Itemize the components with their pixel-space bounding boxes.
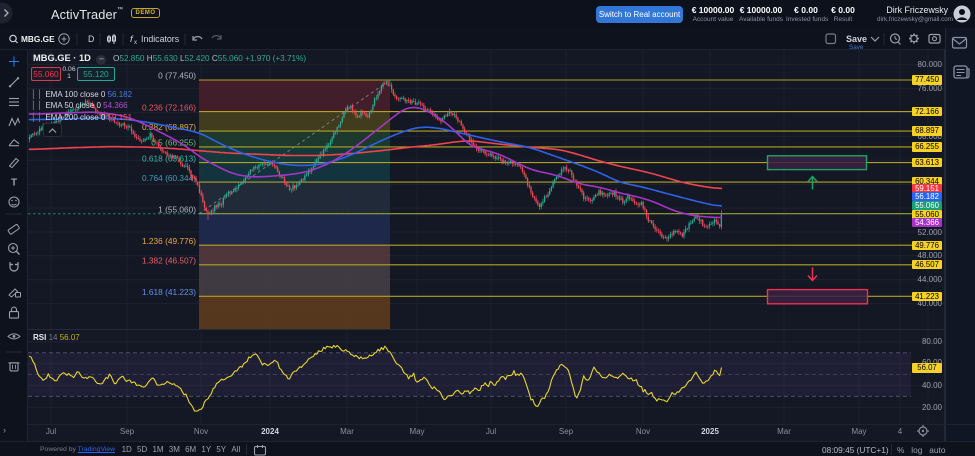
- svg-text:0.764 (60.344): 0.764 (60.344): [142, 173, 196, 183]
- svg-text:Indicators: Indicators: [141, 34, 180, 44]
- svg-text:0 (77.450): 0 (77.450): [158, 71, 196, 81]
- svg-text:1.236 (49.776): 1.236 (49.776): [142, 236, 196, 246]
- svg-text:MBG.GE: MBG.GE: [21, 34, 55, 44]
- svg-text:1.382 (46.507): 1.382 (46.507): [142, 256, 196, 266]
- svg-text:0.236 (72.166): 0.236 (72.166): [142, 102, 196, 112]
- svg-text:1 (55.060): 1 (55.060): [158, 204, 196, 214]
- svg-text:Save: Save: [846, 34, 867, 44]
- svg-text:T: T: [11, 177, 17, 188]
- svg-text:D: D: [88, 34, 94, 44]
- svg-text:1.618 (41.223): 1.618 (41.223): [142, 287, 196, 297]
- svg-text:x: x: [134, 40, 137, 46]
